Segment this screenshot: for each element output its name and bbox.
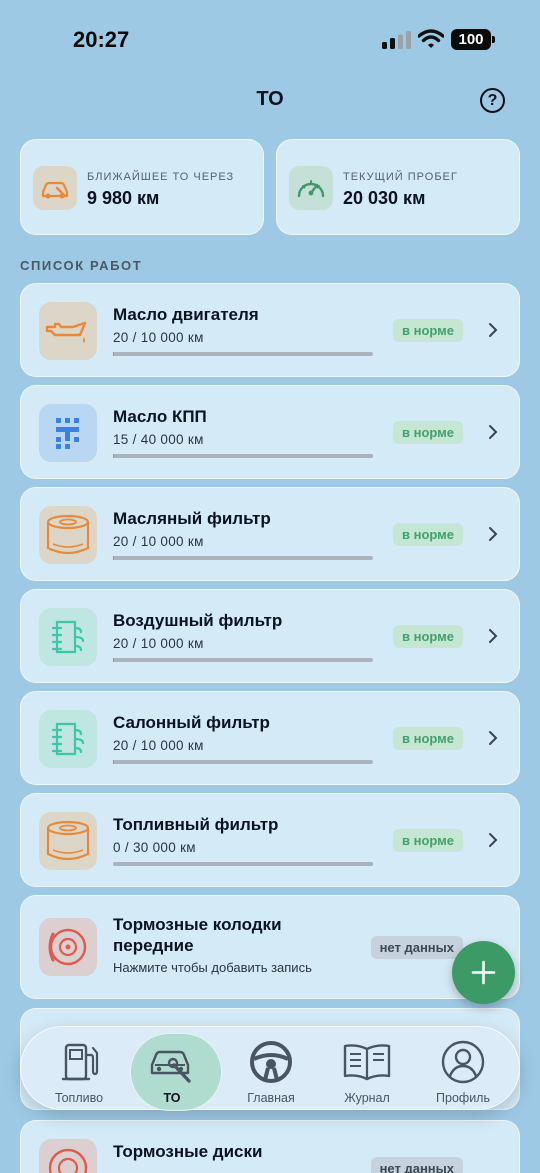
page-title: ТО (256, 88, 284, 110)
car-wrench-icon (150, 1050, 191, 1083)
help-button[interactable]: ? (480, 88, 505, 113)
nav-item-service[interactable]: ТО (124, 1027, 222, 1111)
chevron-right-icon (489, 731, 498, 745)
summary-card-mileage: ТЕКУЩИЙ ПРОБЕГ 20 030 км (276, 139, 520, 235)
status-badge: нет данных (370, 1157, 463, 1173)
summary-value: 20 030 км (343, 188, 426, 208)
work-name: Тормозные диски (113, 1142, 263, 1161)
work-item-gearbox-oil[interactable]: Масло КПП 15 / 40 000 км в норме (20, 385, 520, 479)
plus-icon (471, 960, 496, 985)
add-button[interactable] (452, 941, 515, 1004)
progress-bar (113, 454, 373, 458)
work-item-brake-discs[interactable]: Тормозные диски нет данных (20, 1120, 520, 1173)
work-name: Салонный фильтр (113, 713, 270, 732)
work-name-line2: передние (113, 936, 194, 955)
work-progress: 20 / 10 000 км (113, 738, 204, 753)
work-progress: 20 / 10 000 км (113, 330, 204, 345)
work-name-line1: Тормозные колодки (113, 915, 282, 934)
status-badge: в норме (392, 421, 463, 444)
section-title: СПИСОК РАБОТ (20, 258, 143, 273)
user-icon (441, 1040, 485, 1084)
cellular-signal-icon (382, 31, 411, 49)
work-item-fuel-filter[interactable]: Топливный фильтр 0 / 30 000 км в норме (20, 793, 520, 887)
steering-wheel-icon (250, 1041, 292, 1083)
work-progress: 15 / 40 000 км (113, 432, 204, 447)
progress-bar (113, 760, 373, 764)
fuel-pump-icon (61, 1043, 99, 1081)
summary-value: 9 980 км (87, 188, 160, 208)
work-name: Масло КПП (113, 407, 207, 426)
progress-bar (113, 352, 373, 356)
chevron-right-icon (489, 629, 498, 643)
work-name: Масляный фильтр (113, 509, 271, 528)
work-item-air-filter[interactable]: Воздушный фильтр 20 / 10 000 км в норме (20, 589, 520, 683)
work-item-oil-filter[interactable]: Масляный фильтр 20 / 10 000 км в норме (20, 487, 520, 581)
fuel-filter-icon (39, 812, 97, 870)
status-badge: в норме (392, 523, 463, 546)
summary-label: БЛИЖАЙШЕЕ ТО ЧЕРЕЗ (87, 171, 235, 183)
status-badge: в норме (392, 625, 463, 648)
summary-card-next-service: БЛИЖАЙШЕЕ ТО ЧЕРЕЗ 9 980 км (20, 139, 264, 235)
work-item-front-brake-pads[interactable]: Тормозные колодки передние Нажмите чтобы… (20, 895, 520, 999)
progress-bar (113, 658, 373, 662)
nav-label: Топливо (54, 1091, 104, 1105)
progress-bar (113, 556, 373, 560)
brake-disc-icon (39, 1139, 97, 1173)
air-filter-icon (39, 608, 97, 666)
work-name: Воздушный фильтр (113, 611, 283, 630)
chevron-right-icon (489, 833, 498, 847)
status-badge: нет данных (370, 936, 463, 959)
work-name: Масло двигателя (113, 305, 259, 324)
nav-label: Главная (247, 1091, 295, 1105)
nav-item-journal[interactable]: Журнал (319, 1027, 415, 1111)
status-bar: 20:27 100 (0, 0, 540, 80)
status-badge: в норме (392, 829, 463, 852)
work-name: Топливный фильтр (113, 815, 279, 834)
question-circle-icon: ? (487, 92, 498, 109)
oil-can-icon (39, 302, 97, 360)
chevron-right-icon (489, 527, 498, 541)
book-icon (343, 1044, 391, 1081)
work-name: Тормозные колодки передние (113, 914, 282, 956)
work-item-engine-oil[interactable]: Масло двигателя 20 / 10 000 км в норме (20, 283, 520, 377)
status-time: 20:27 (73, 27, 130, 52)
work-progress: 20 / 10 000 км (113, 636, 204, 651)
progress-bar (113, 862, 373, 866)
nav-label: Профиль (436, 1091, 490, 1105)
work-item-cabin-filter[interactable]: Салонный фильтр 20 / 10 000 км в норме (20, 691, 520, 785)
status-badge: в норме (392, 319, 463, 342)
nav-label: ТО (163, 1091, 181, 1105)
battery-indicator: 100 (451, 29, 495, 50)
chevron-right-icon (489, 323, 498, 337)
nav-item-home[interactable]: Главная (223, 1027, 319, 1111)
bottom-nav: Топливо ТО Главная Журнал Профиль (20, 1026, 520, 1111)
work-hint: Нажмите чтобы добавить запись (113, 960, 312, 975)
work-progress: 0 / 30 000 км (113, 840, 196, 855)
nav-item-fuel[interactable]: Топливо (31, 1027, 127, 1111)
speedometer-icon (289, 166, 333, 210)
chevron-right-icon (489, 425, 498, 439)
wifi-icon (418, 29, 444, 48)
nav-item-profile[interactable]: Профиль (415, 1027, 511, 1111)
work-progress: 20 / 10 000 км (113, 534, 204, 549)
car-service-icon (33, 166, 77, 210)
cabin-filter-icon (39, 710, 97, 768)
nav-label: Журнал (344, 1091, 390, 1105)
status-badge: в норме (392, 727, 463, 750)
gearbox-icon (39, 404, 97, 462)
brake-pads-icon (39, 918, 97, 976)
oil-filter-icon (39, 506, 97, 564)
summary-label: ТЕКУЩИЙ ПРОБЕГ (343, 171, 458, 183)
